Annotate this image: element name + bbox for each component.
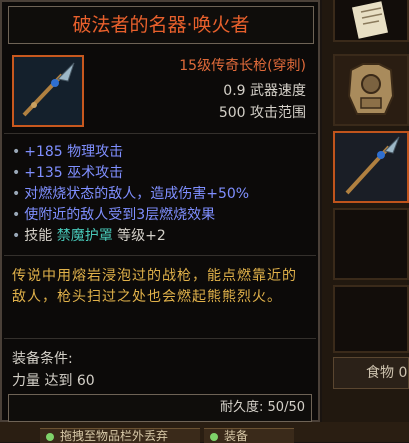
item-type: 15级传奇长枪(穿刺) <box>179 58 306 74</box>
requirement-label: 装备条件: <box>12 351 73 367</box>
inventory-slot-empty-2[interactable] <box>333 285 409 353</box>
equip-label: 装备 <box>224 429 249 443</box>
green-gem-icon <box>210 432 218 441</box>
requirement-value: 力量 达到 60 <box>12 373 95 389</box>
divider <box>4 255 316 256</box>
food-counter: 食物 0 <box>333 357 409 389</box>
affix-burning-damage: • 对燃烧状态的敌人，造成伤害+50% <box>12 186 250 202</box>
armor-icon <box>335 56 407 124</box>
skill-bonus: • 技能 禁魔护罩 等级+2 <box>12 228 166 244</box>
item-portrait <box>12 55 84 127</box>
divider <box>4 338 316 339</box>
inventory-slot-spear-selected[interactable] <box>333 131 409 203</box>
item-tooltip: 破法者的名器·唤火者 15级传奇长枪(穿刺) 0.9 武器速度 500 攻击范围… <box>0 0 320 422</box>
spear-icon <box>335 133 407 201</box>
attack-speed: 0.9 武器速度 <box>223 83 306 99</box>
attack-range: 500 攻击范围 <box>218 105 306 121</box>
drop-hint-button[interactable]: 拖拽至物品栏外丢弃 <box>40 428 200 443</box>
divider <box>4 133 316 134</box>
drop-hint-label: 拖拽至物品栏外丢弃 <box>60 429 169 443</box>
spear-icon <box>14 57 82 125</box>
inventory-slot-armor[interactable] <box>333 54 409 126</box>
equip-button[interactable]: 装备 <box>204 428 294 443</box>
durability: 耐久度: 50/50 <box>8 394 312 422</box>
inventory-slot-empty-1[interactable] <box>333 208 409 280</box>
item-lore: 传说中用熔岩浸泡过的战枪，能点燃靠近的敌人，枪头扫过之处也会燃起熊熊烈火。 <box>12 268 297 305</box>
inventory-slot-scroll[interactable] <box>333 0 409 42</box>
scroll-icon <box>352 1 388 39</box>
affix-sorcery-attack: • +135 巫术攻击 <box>12 165 124 181</box>
item-title: 破法者的名器·唤火者 <box>8 6 314 44</box>
affix-physical-attack: • +185 物理攻击 <box>12 144 124 160</box>
affix-burning-stacks: • 使附近的敌人受到3层燃烧效果 <box>12 207 216 223</box>
skill-name: 禁魔护罩 <box>56 228 113 244</box>
green-gem-icon <box>46 432 54 441</box>
